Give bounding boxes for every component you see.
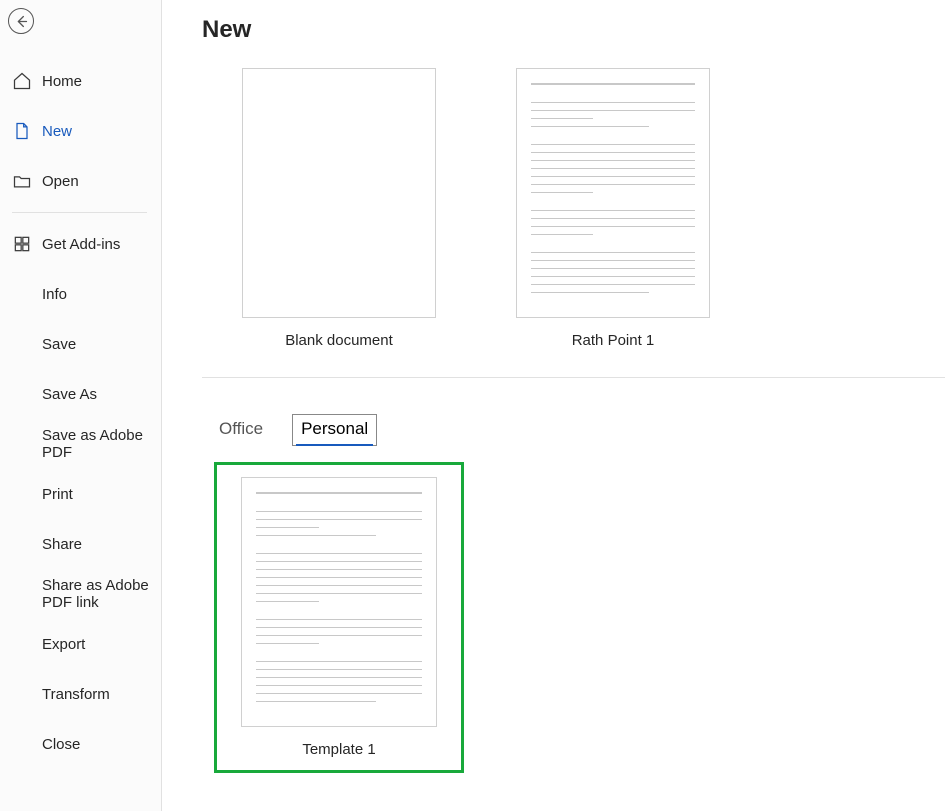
sidebar-item-save[interactable]: Save bbox=[0, 319, 161, 369]
grid-icon bbox=[12, 234, 32, 254]
template-label: Blank document bbox=[242, 332, 436, 349]
sidebar-item-label: Share as Adobe PDF link bbox=[42, 577, 161, 611]
backstage-sidebar: Home New Open Get Add-ins Info bbox=[0, 0, 162, 811]
sidebar-item-label: Info bbox=[42, 286, 67, 303]
sidebar-item-label: Close bbox=[42, 736, 80, 753]
sidebar-item-home[interactable]: Home bbox=[0, 56, 161, 106]
sidebar-item-label: Save bbox=[42, 336, 76, 353]
template-rath-point-1[interactable]: Rath Point 1 bbox=[516, 68, 710, 349]
template-label: Rath Point 1 bbox=[516, 332, 710, 349]
sidebar-item-transform[interactable]: Transform bbox=[0, 669, 161, 719]
template-thumbnail-doc bbox=[241, 477, 437, 727]
sidebar-item-label: Save As bbox=[42, 386, 97, 403]
sidebar-item-label: Export bbox=[42, 636, 85, 653]
sidebar-item-label: Open bbox=[42, 173, 79, 190]
tab-office[interactable]: Office bbox=[210, 414, 272, 446]
sidebar-item-label: Get Add-ins bbox=[42, 236, 120, 253]
sidebar-item-label: New bbox=[42, 123, 72, 140]
featured-templates-row: Blank document Rath Point 1 bbox=[162, 68, 945, 377]
personal-templates-row: Template 1 bbox=[162, 446, 945, 773]
sidebar-item-label: Share bbox=[42, 536, 82, 553]
back-button[interactable] bbox=[8, 8, 34, 34]
sidebar-item-open[interactable]: Open bbox=[0, 156, 161, 206]
sidebar-item-label: Save as Adobe PDF bbox=[42, 427, 161, 461]
sidebar-divider bbox=[12, 212, 147, 213]
sidebar-item-saveadobepdf[interactable]: Save as Adobe PDF bbox=[0, 419, 161, 469]
sidebar-primary-group: Home New Open bbox=[0, 40, 161, 206]
home-icon bbox=[12, 71, 32, 91]
page-title: New bbox=[162, 16, 945, 44]
file-icon bbox=[12, 121, 32, 141]
tab-label: Personal bbox=[301, 419, 368, 438]
sidebar-item-print[interactable]: Print bbox=[0, 469, 161, 519]
template-blank-document[interactable]: Blank document bbox=[242, 68, 436, 349]
template-thumbnail-doc bbox=[516, 68, 710, 318]
sidebar-item-label: Print bbox=[42, 486, 73, 503]
template-template-1[interactable]: Template 1 bbox=[214, 462, 464, 773]
sidebar-item-label: Home bbox=[42, 73, 82, 90]
sidebar-item-share[interactable]: Share bbox=[0, 519, 161, 569]
folder-icon bbox=[12, 171, 32, 191]
sidebar-item-close[interactable]: Close bbox=[0, 719, 161, 769]
sidebar-item-export[interactable]: Export bbox=[0, 619, 161, 669]
sidebar-item-info[interactable]: Info bbox=[0, 269, 161, 319]
tab-label: Office bbox=[219, 419, 263, 438]
template-category-tabs: Office Personal bbox=[162, 378, 945, 446]
template-thumbnail-blank bbox=[242, 68, 436, 318]
sidebar-item-shareadobepdf[interactable]: Share as Adobe PDF link bbox=[0, 569, 161, 619]
tab-personal[interactable]: Personal bbox=[292, 414, 377, 446]
sidebar-item-label: Transform bbox=[42, 686, 110, 703]
back-row bbox=[0, 0, 161, 40]
arrow-left-icon bbox=[14, 14, 29, 29]
sidebar-item-new[interactable]: New bbox=[0, 106, 161, 156]
main-panel: New Blank document Rath Point 1 bbox=[162, 0, 945, 811]
sidebar-item-addins[interactable]: Get Add-ins bbox=[0, 219, 161, 269]
sidebar-item-saveas[interactable]: Save As bbox=[0, 369, 161, 419]
sidebar-secondary-group: Get Add-ins Info Save Save As Save as Ad… bbox=[0, 219, 161, 769]
template-label: Template 1 bbox=[241, 741, 437, 758]
